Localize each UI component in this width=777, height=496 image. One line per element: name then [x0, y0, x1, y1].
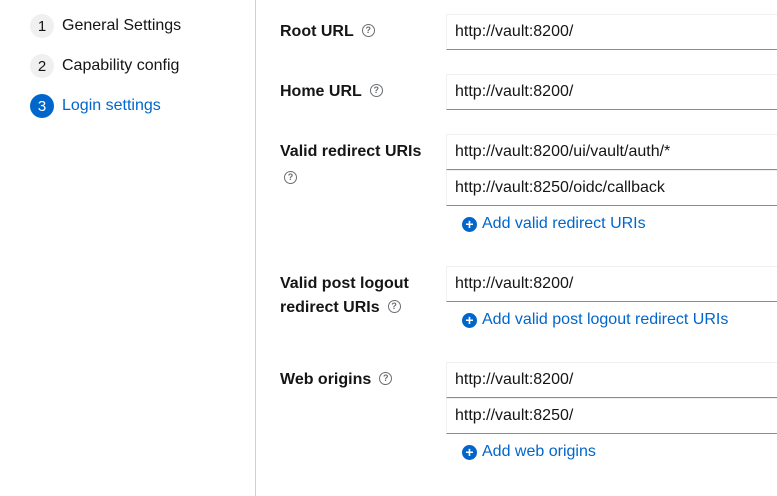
- redirect-uris-label: Valid redirect URIs ?: [280, 143, 422, 184]
- home-url-input[interactable]: http://vault:8200/: [446, 74, 777, 110]
- web-origins-label: Web origins?: [280, 368, 393, 392]
- wizard-nav: 1 General Settings 2 Capability config 3…: [0, 0, 256, 496]
- step-label: Login settings: [62, 97, 161, 114]
- add-redirect-uri-label: Add valid redirect URIs: [482, 215, 646, 232]
- post-logout-label-line1: Valid post logout: [280, 275, 409, 292]
- web-origin-input-1[interactable]: http://vault:8200/: [446, 362, 777, 398]
- add-post-logout-uri-label: Add valid post logout redirect URIs: [482, 311, 729, 328]
- root-url-input[interactable]: http://vault:8200/: [446, 14, 777, 50]
- help-icon[interactable]: ?: [379, 372, 393, 386]
- wizard-step-capability-config[interactable]: 2 Capability config: [30, 54, 179, 78]
- help-icon[interactable]: ?: [284, 171, 297, 184]
- wizard-step-login-settings[interactable]: 3 Login settings: [30, 94, 161, 118]
- step-number: 1: [30, 14, 54, 38]
- web-origin-input-2[interactable]: http://vault:8250/: [446, 398, 777, 434]
- plus-circle-icon: +: [462, 312, 477, 328]
- wizard-step-general-settings[interactable]: 1 General Settings: [30, 14, 181, 38]
- help-icon[interactable]: ?: [369, 84, 383, 98]
- add-web-origin-label: Add web origins: [482, 443, 596, 460]
- plus-circle-icon: +: [462, 444, 477, 460]
- help-icon[interactable]: ?: [387, 300, 401, 314]
- step-number: 3: [30, 94, 54, 118]
- step-label: General Settings: [62, 17, 182, 34]
- post-logout-uri-input-1[interactable]: http://vault:8200/: [446, 266, 777, 302]
- add-redirect-uri-button[interactable]: + Add valid redirect URIs: [462, 212, 646, 236]
- redirect-uri-input-1[interactable]: http://vault:8200/ui/vault/auth/*: [446, 134, 777, 170]
- add-post-logout-uri-button[interactable]: + Add valid post logout redirect URIs: [462, 308, 728, 332]
- login-settings-form: Root URL? http://vault:8200/ Home URL? h…: [257, 0, 777, 496]
- add-web-origin-button[interactable]: + Add web origins: [462, 440, 596, 464]
- help-icon[interactable]: ?: [361, 24, 375, 38]
- step-number: 2: [30, 54, 54, 78]
- redirect-uri-input-2[interactable]: http://vault:8250/oidc/callback: [446, 170, 777, 206]
- home-url-label: Home URL?: [280, 80, 383, 104]
- root-url-label: Root URL?: [280, 20, 375, 44]
- step-label: Capability config: [62, 57, 180, 74]
- post-logout-label-line2: redirect URIs: [280, 299, 380, 316]
- plus-circle-icon: +: [462, 216, 477, 232]
- post-logout-label: Valid post logout redirect URIs?: [280, 272, 409, 320]
